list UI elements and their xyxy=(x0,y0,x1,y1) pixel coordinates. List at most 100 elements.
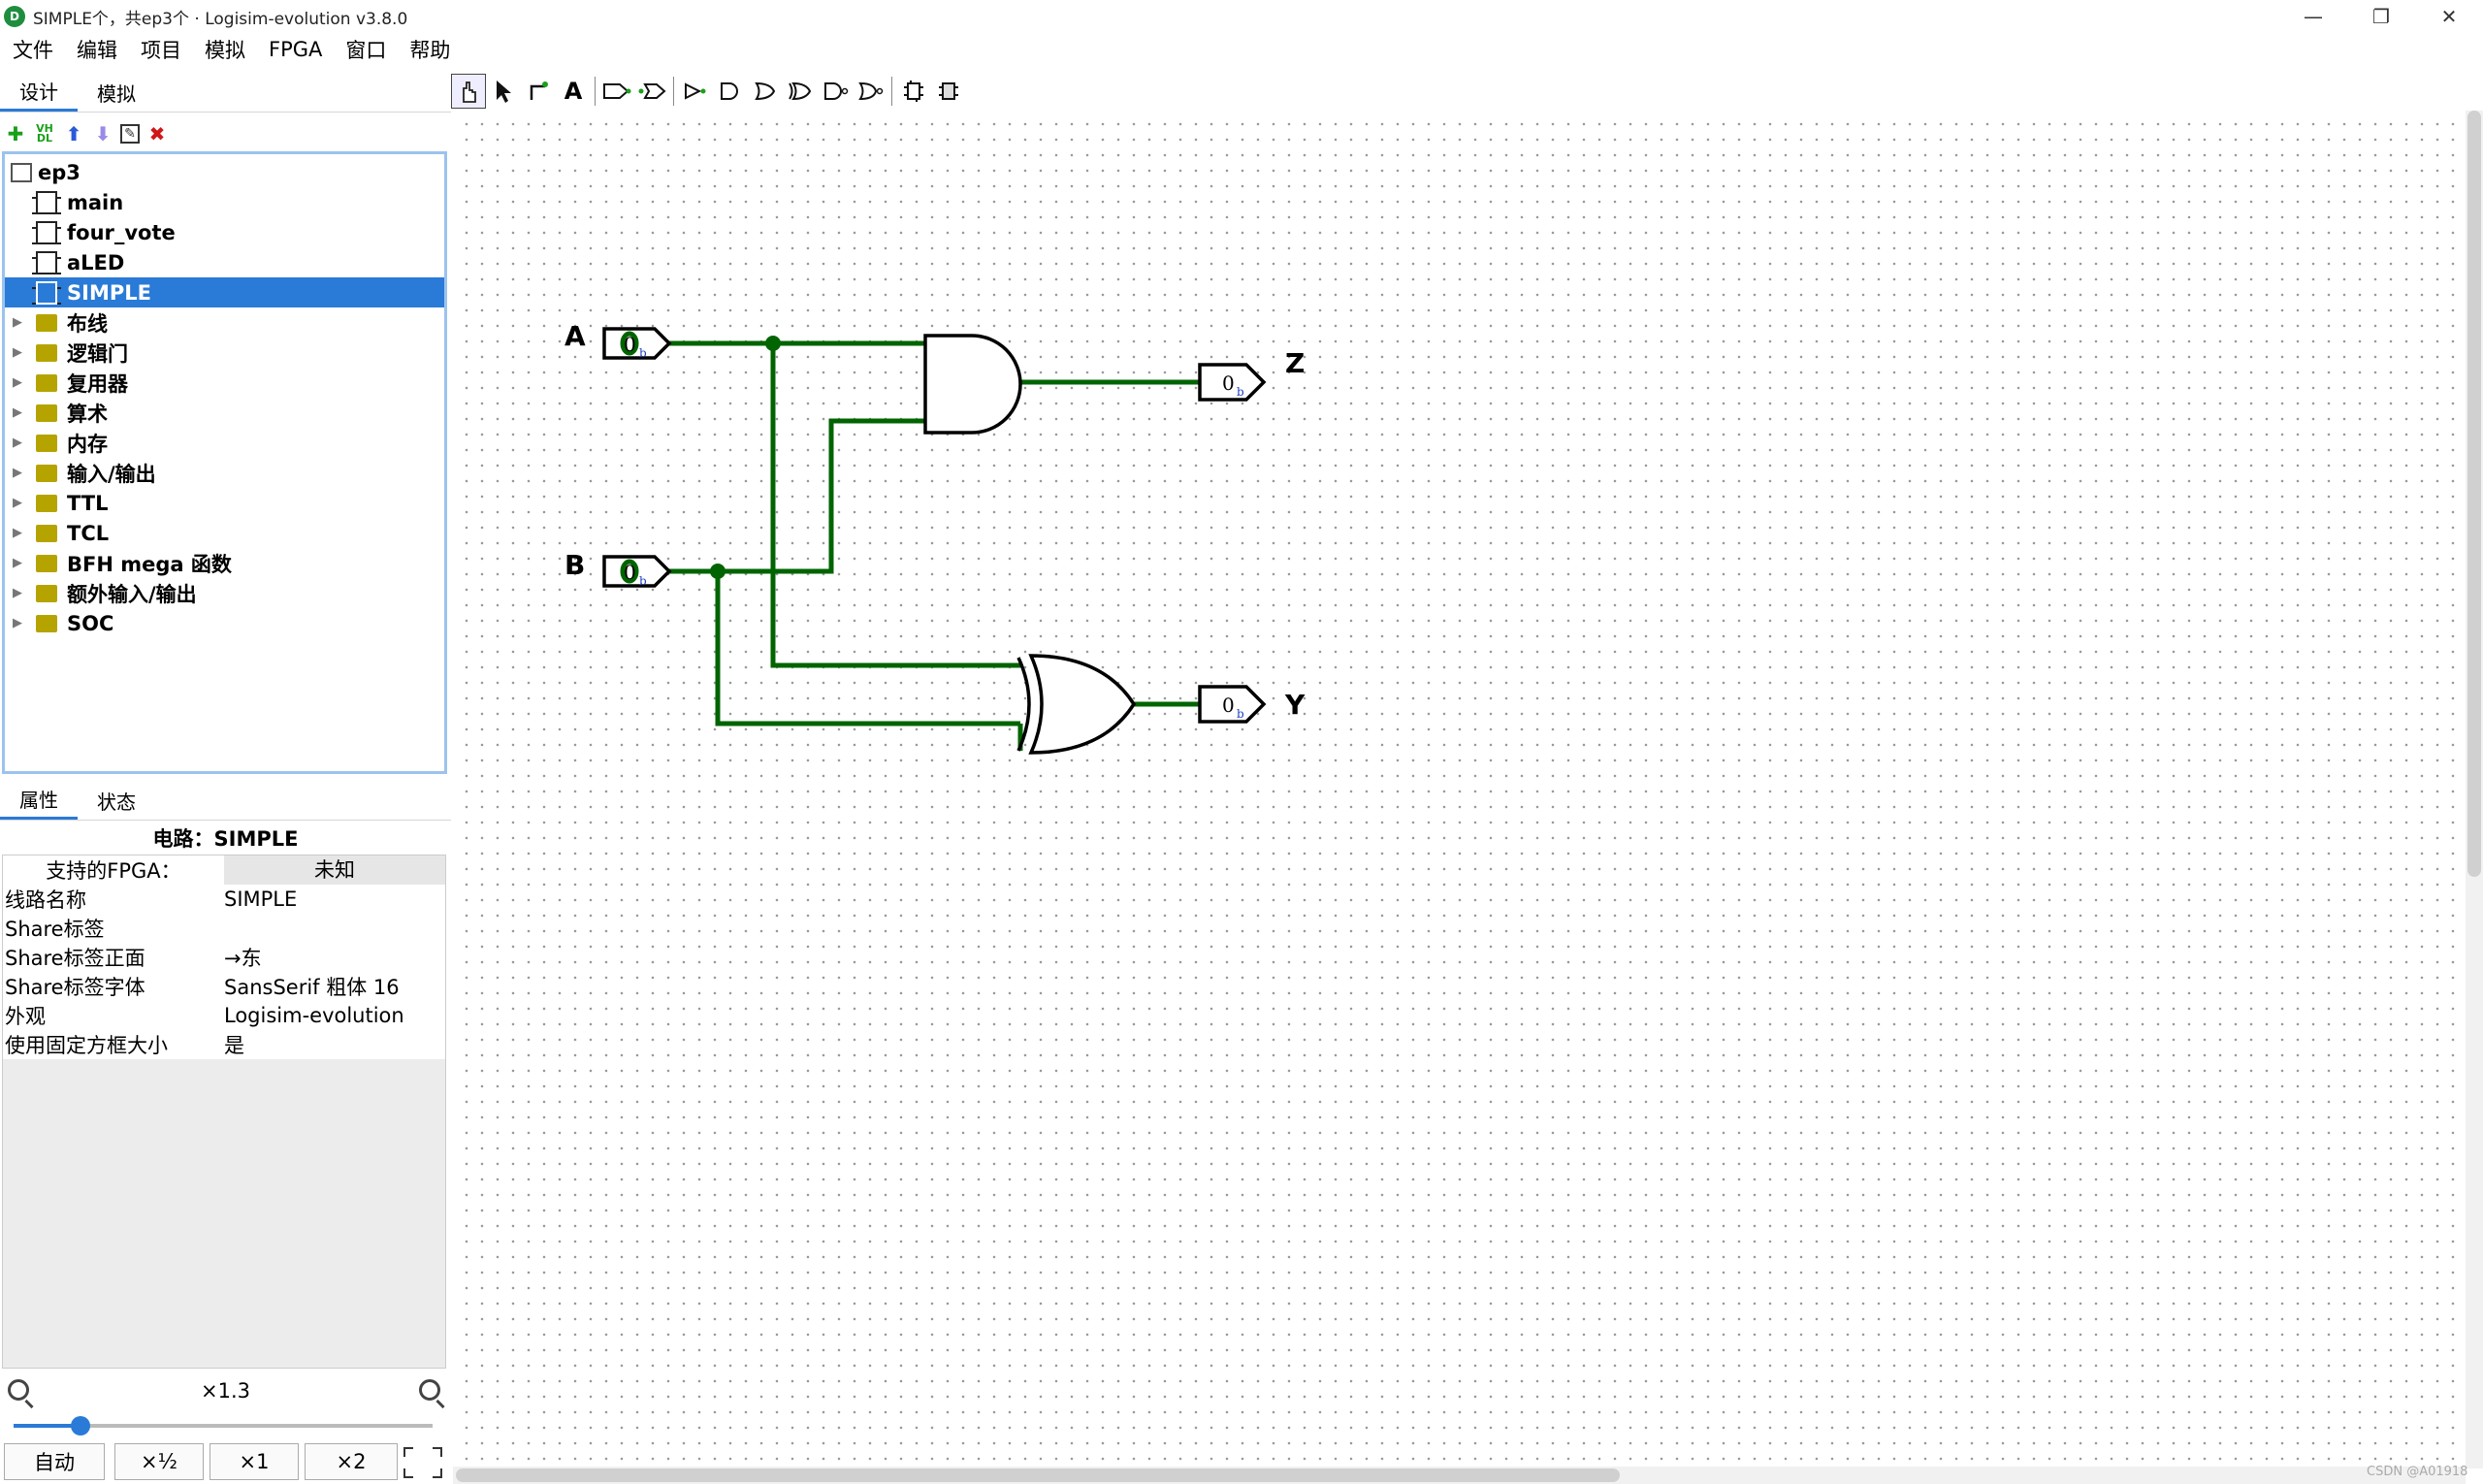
buffer-icon[interactable] xyxy=(678,74,713,109)
tab-state[interactable]: 状态 xyxy=(78,781,155,820)
tree-library[interactable]: ▶ 输入/输出 xyxy=(5,458,444,488)
menu-project[interactable]: 项目 xyxy=(128,35,192,64)
attr-row[interactable]: Share标签正面 →东 xyxy=(3,943,445,972)
zoom-half-button[interactable]: ×½ xyxy=(114,1443,204,1480)
zoom-level-label: ×1.3 xyxy=(201,1379,250,1403)
expand-icon[interactable]: ▶ xyxy=(13,526,28,540)
select-arrow-icon[interactable] xyxy=(486,74,521,109)
and-gate-icon[interactable] xyxy=(713,74,748,109)
tree-item-label: 逻辑门 xyxy=(67,341,128,366)
wiring-icon[interactable] xyxy=(521,74,556,109)
zoom-1x-button[interactable]: ×1 xyxy=(210,1443,299,1480)
attr-row[interactable]: Share标签字体 SansSerif 粗体 16 xyxy=(3,972,445,1001)
zoom-fit-icon[interactable] xyxy=(402,1445,444,1480)
tab-properties[interactable]: 属性 xyxy=(0,781,78,820)
zoom-auto-button[interactable]: 自动 xyxy=(4,1443,105,1480)
tree-project-ep3[interactable]: ep3 xyxy=(5,157,444,187)
folder-icon xyxy=(36,464,57,482)
tree-library[interactable]: ▶ 内存 xyxy=(5,428,444,458)
attr-value[interactable]: →东 xyxy=(224,943,445,972)
menu-edit[interactable]: 编辑 xyxy=(64,35,128,64)
tab-simulate[interactable]: 模拟 xyxy=(78,73,155,112)
tree-library[interactable]: ▶ 布线 xyxy=(5,307,444,338)
tree-circuit-simple[interactable]: SIMPLE xyxy=(5,277,444,307)
tree-library[interactable]: ▶ 算术 xyxy=(5,398,444,428)
expand-icon[interactable]: ▶ xyxy=(13,616,28,630)
attr-row[interactable]: Share标签 xyxy=(3,914,445,943)
delete-circuit-icon[interactable]: ✖ xyxy=(145,122,169,145)
xor-gate-icon[interactable] xyxy=(783,74,818,109)
circuit-chip-icon xyxy=(32,220,61,244)
input-b-value: 0 xyxy=(624,561,636,584)
expand-icon[interactable]: ▶ xyxy=(13,345,28,360)
nand-gate-icon[interactable] xyxy=(853,74,887,109)
window-title: SIMPLE个，共ep3个 · Logisim-evolution v3.8.0 xyxy=(33,9,408,29)
or-gate-icon[interactable] xyxy=(748,74,783,109)
expand-icon[interactable]: ▶ xyxy=(13,586,28,600)
tree-circuit-four-vote[interactable]: four_vote xyxy=(5,217,444,247)
input-pin-icon[interactable] xyxy=(599,74,634,109)
expand-icon[interactable]: ▶ xyxy=(13,496,28,510)
maximize-button[interactable]: ❐ xyxy=(2347,0,2415,33)
circuit-layout-icon[interactable] xyxy=(896,74,931,109)
add-vhdl-icon[interactable]: VH DL xyxy=(33,122,56,145)
tree-library[interactable]: ▶ 复用器 xyxy=(5,368,444,398)
expand-icon[interactable]: ▶ xyxy=(13,466,28,480)
tree-library[interactable]: ▶ BFH mega 函数 xyxy=(5,548,444,578)
output-pin-icon[interactable] xyxy=(634,74,669,109)
project-icon xyxy=(11,162,32,182)
wire[interactable] xyxy=(715,571,1020,726)
tree-library[interactable]: ▶ SOC xyxy=(5,608,444,638)
input-pin-b[interactable] xyxy=(602,555,672,588)
attr-row[interactable]: 外观 Logisim-evolution xyxy=(3,1001,445,1030)
add-circuit-icon[interactable]: ✚ xyxy=(4,122,27,145)
expand-icon[interactable]: ▶ xyxy=(13,315,28,330)
horizontal-scroll-thumb[interactable] xyxy=(456,1468,1620,1482)
tab-design[interactable]: 设计 xyxy=(0,73,78,112)
minimize-button[interactable]: — xyxy=(2279,0,2347,33)
menu-fpga[interactable]: FPGA xyxy=(256,38,333,61)
attr-value[interactable]: 未知 xyxy=(224,855,445,885)
attr-value[interactable]: Logisim-evolution xyxy=(224,1004,445,1027)
zoom-slider-knob[interactable] xyxy=(71,1416,91,1436)
edit-appearance-icon[interactable]: ✎ xyxy=(120,124,140,144)
tree-library[interactable]: ▶ 逻辑门 xyxy=(5,338,444,368)
attr-row[interactable]: 线路名称 SIMPLE xyxy=(3,885,445,914)
attr-row[interactable]: 使用固定方框大小 是 xyxy=(3,1030,445,1059)
attr-value[interactable]: SansSerif 粗体 16 xyxy=(224,972,445,1001)
tree-circuit-aled[interactable]: aLED xyxy=(5,247,444,277)
menu-file[interactable]: 文件 xyxy=(0,35,64,64)
expand-icon[interactable]: ▶ xyxy=(13,436,28,450)
close-button[interactable]: ✕ xyxy=(2415,0,2483,33)
vertical-scroll-thumb[interactable] xyxy=(2467,111,2481,877)
not-gate-icon[interactable] xyxy=(818,74,853,109)
menu-simulate[interactable]: 模拟 xyxy=(192,35,256,64)
tree-library[interactable]: ▶ 额外输入/输出 xyxy=(5,578,444,608)
attr-value[interactable]: 是 xyxy=(224,1030,445,1059)
text-tool-icon[interactable]: A xyxy=(556,74,591,109)
wire[interactable] xyxy=(669,418,925,574)
expand-icon[interactable]: ▶ xyxy=(13,556,28,570)
and-gate[interactable] xyxy=(923,334,1022,435)
move-up-icon[interactable]: ⬆ xyxy=(62,122,85,145)
attribute-table: 支持的FPGA： 未知 线路名称 SIMPLE Share标签 Share标签正面… xyxy=(2,855,446,1369)
zoom-in-icon[interactable] xyxy=(419,1379,440,1401)
tree-circuit-main[interactable]: main xyxy=(5,187,444,217)
menu-window[interactable]: 窗口 xyxy=(333,35,397,64)
menu-help[interactable]: 帮助 xyxy=(397,35,461,64)
input-pin-a[interactable] xyxy=(602,327,672,360)
expand-icon[interactable]: ▶ xyxy=(13,405,28,420)
circuit-appearance-icon[interactable] xyxy=(931,74,966,109)
zoom-2x-button[interactable]: ×2 xyxy=(305,1443,398,1480)
left-panel-tabs: 设计 模拟 xyxy=(0,72,451,113)
hand-poke-icon[interactable] xyxy=(451,74,486,109)
output-y-label: Y xyxy=(1284,689,1306,721)
tree-library[interactable]: ▶ TTL xyxy=(5,488,444,518)
circuit-diagram[interactable]: 0 b A 0 b B 0 b Z 0 b Y xyxy=(453,111,2466,1468)
move-down-icon[interactable]: ⬇ xyxy=(91,122,114,145)
zoom-slider[interactable] xyxy=(14,1416,433,1436)
attr-value[interactable]: SIMPLE xyxy=(224,887,445,911)
expand-icon[interactable]: ▶ xyxy=(13,375,28,390)
tree-library[interactable]: ▶ TCL xyxy=(5,518,444,548)
xor-gate[interactable] xyxy=(1016,654,1137,755)
